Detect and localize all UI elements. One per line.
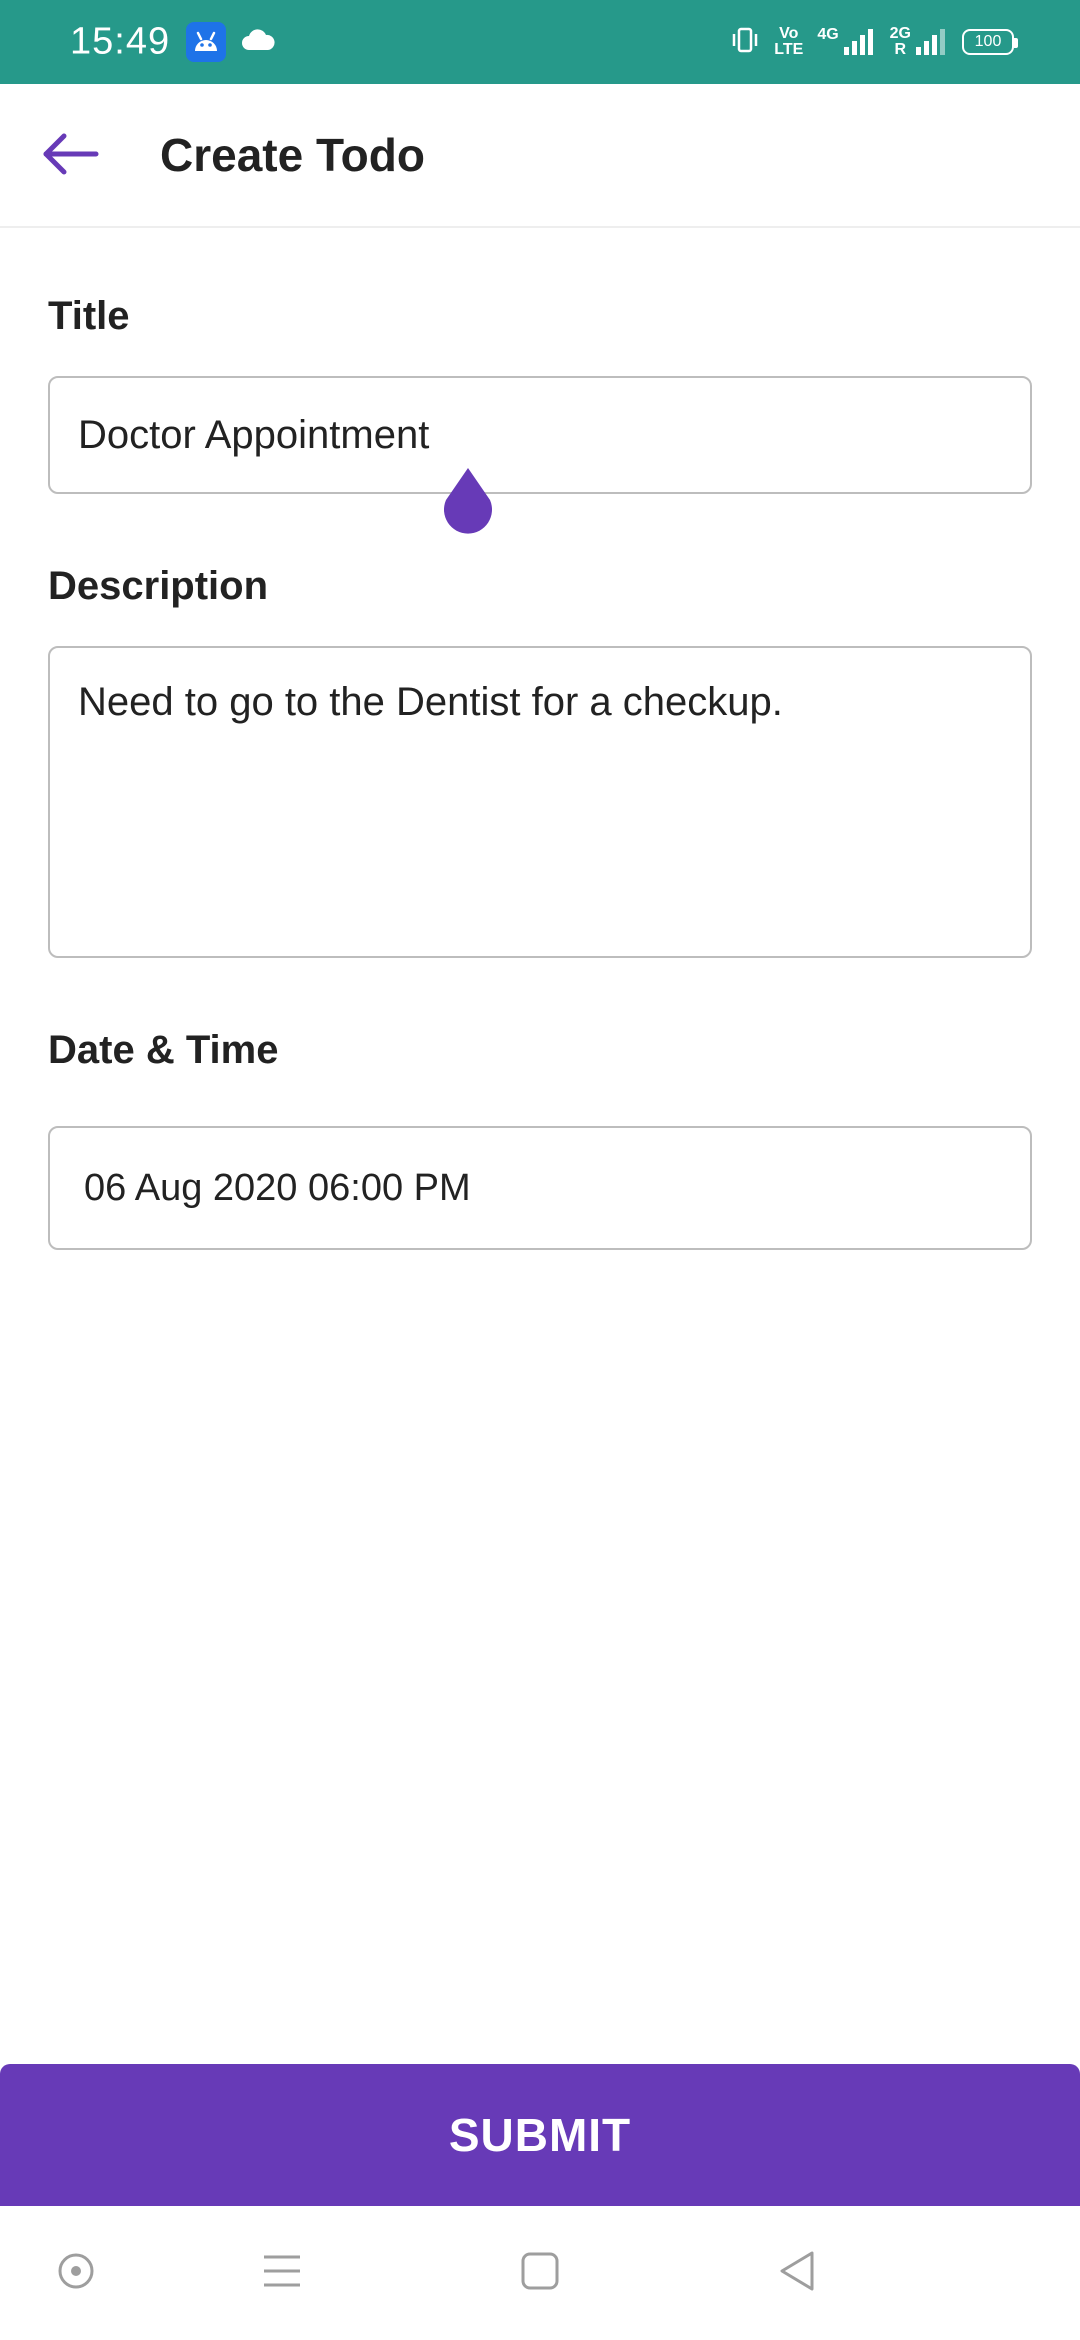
- signal-4g-icon: 4G: [817, 27, 875, 57]
- app-bar: Create Todo: [0, 84, 1080, 228]
- battery-icon: 100: [962, 29, 1018, 55]
- status-left-icons: [186, 20, 276, 64]
- datetime-picker[interactable]: 06 Aug 2020 06:00 PM: [48, 1126, 1032, 1250]
- title-label: Title: [48, 294, 130, 338]
- status-bar: 15:49 Vo LTE 4G 2G R 100: [0, 0, 1080, 84]
- cloud-icon: [240, 28, 276, 57]
- description-input[interactable]: Need to go to the Dentist for a checkup.: [48, 646, 1032, 958]
- assistant-button[interactable]: [42, 2239, 110, 2307]
- network-2-sub: R: [894, 41, 907, 58]
- status-time: 15:49: [70, 20, 171, 63]
- datetime-label: Date & Time: [48, 1028, 279, 1072]
- network-2-label: 2G: [889, 25, 911, 42]
- recents-button[interactable]: [248, 2239, 316, 2307]
- system-back-button[interactable]: [762, 2239, 830, 2307]
- menu-lines-icon: [262, 2253, 302, 2294]
- android-icon: [186, 22, 226, 62]
- title-input[interactable]: Doctor Appointment: [48, 376, 1032, 494]
- volte-icon: Vo LTE: [774, 25, 804, 58]
- system-nav-bar: [0, 2206, 1080, 2340]
- submit-button[interactable]: SUBMIT: [0, 2064, 1080, 2206]
- arrow-back-icon: [40, 132, 100, 181]
- network-1-label: 4G: [817, 26, 839, 43]
- status-right-icons: Vo LTE 4G 2G R 100: [730, 22, 1018, 62]
- page-title: Create Todo: [160, 129, 425, 181]
- signal-2g-icon: 2G R: [890, 26, 948, 58]
- back-triangle-icon: [776, 2249, 816, 2298]
- text-cursor-handle[interactable]: [438, 466, 498, 536]
- home-button[interactable]: [506, 2239, 574, 2307]
- assistant-dot-icon: [56, 2251, 96, 2296]
- vibrate-icon: [730, 25, 760, 60]
- description-label: Description: [48, 564, 269, 608]
- back-button[interactable]: [30, 116, 110, 196]
- home-square-icon: [520, 2251, 560, 2296]
